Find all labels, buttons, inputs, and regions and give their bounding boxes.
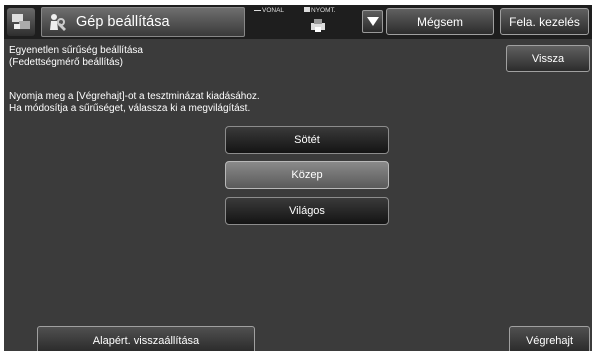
title-box: Gép beállítása xyxy=(41,7,245,37)
triangle-down-icon[interactable] xyxy=(362,10,383,33)
instruction-text: Nyomja meg a [Végrehajt]-ot a tesztmináz… xyxy=(9,91,260,115)
panel-heading-line2: (Fedettségmérő beállítás) xyxy=(9,57,123,68)
job-status-button[interactable]: Fela. kezelés xyxy=(500,8,589,35)
wrench-icon xyxy=(45,9,71,35)
home-icon[interactable] xyxy=(7,8,35,36)
medium-density-button[interactable]: Közep xyxy=(225,161,389,189)
light-density-button[interactable]: Világos xyxy=(225,197,389,225)
page-title: Gép beállítása xyxy=(76,14,170,30)
device-screen: Gép beállítása VONAL NYOMT. Mégsem Fela.… xyxy=(4,5,592,351)
cancel-button[interactable]: Mégsem xyxy=(386,8,494,35)
printer-icon xyxy=(310,18,326,37)
line-status-label: VONAL xyxy=(262,7,285,14)
print-status-label: NYOMT. xyxy=(311,7,336,14)
print-status: NYOMT. xyxy=(304,7,336,14)
back-button[interactable]: Vissza xyxy=(506,45,590,72)
execute-button[interactable]: Végrehajt xyxy=(509,326,590,351)
reset-defaults-button[interactable]: Alapért. visszaállítása xyxy=(37,326,255,351)
line-status: VONAL xyxy=(254,7,284,14)
panel-heading-line1: Egyenetlen sűrűség beállítása xyxy=(9,45,143,56)
status-area: VONAL NYOMT. xyxy=(254,7,359,37)
top-bar: Gép beállítása VONAL NYOMT. Mégsem Fela.… xyxy=(4,5,592,39)
panel-heading: Egyenetlen sűrűség beállítása (Fedettség… xyxy=(9,45,143,69)
instruction-line2: Ha módosítja a sűrűséget, válassza ki a … xyxy=(9,103,251,114)
dark-density-button[interactable]: Sötét xyxy=(225,126,389,154)
instruction-line1: Nyomja meg a [Végrehajt]-ot a tesztmináz… xyxy=(9,91,260,102)
